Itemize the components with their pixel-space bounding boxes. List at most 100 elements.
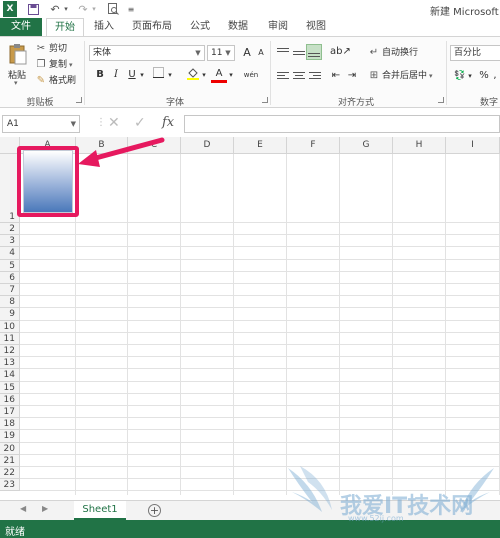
enter-icon[interactable]: ✓ <box>134 115 146 131</box>
fill-color-dropdown-icon[interactable]: ▾ <box>200 67 208 83</box>
insert-function-icon[interactable]: fx <box>162 115 174 130</box>
row-header-8[interactable]: 8 <box>0 296 20 309</box>
name-box[interactable]: A1 ▼ <box>2 115 80 133</box>
phonetic-button[interactable]: wén <box>240 67 262 83</box>
row-header-13[interactable]: 13 <box>0 357 20 370</box>
add-sheet-icon[interactable]: + <box>148 504 161 517</box>
align-right-icon[interactable] <box>308 70 322 82</box>
scissors-icon: ✂ <box>36 43 46 54</box>
tab-insert[interactable]: 插入 <box>88 18 120 36</box>
merge-center-button[interactable]: ⊞ 合并后居中 ▾ <box>368 68 433 84</box>
formula-bar: A1 ▼ ⋮ ✕ ✓ fx <box>0 114 500 134</box>
row-header-6[interactable]: 6 <box>0 271 20 284</box>
tab-view[interactable]: 视图 <box>300 18 332 36</box>
italic-button[interactable]: I <box>108 67 124 83</box>
font-color-dropdown-icon[interactable]: ▾ <box>227 67 235 83</box>
fill-color-icon <box>187 68 199 83</box>
font-launcher-icon[interactable] <box>262 97 268 103</box>
sheet-tab-sheet1[interactable]: Sheet1 <box>74 501 126 520</box>
font-size-select[interactable]: 11 ▼ <box>207 45 235 61</box>
copy-icon: ❐ <box>36 59 46 70</box>
comma-style-button[interactable]: , <box>490 68 500 84</box>
row-header-11[interactable]: 11 <box>0 332 20 345</box>
tab-data[interactable]: 数据 <box>222 18 254 36</box>
font-group-label: 字体 <box>165 98 184 108</box>
align-top-icon[interactable] <box>276 46 290 58</box>
fill-color-button[interactable] <box>185 67 201 83</box>
column-header-d[interactable]: D <box>181 137 234 154</box>
column-header-e[interactable]: E <box>234 137 287 154</box>
row-header-17[interactable]: 17 <box>0 406 20 419</box>
tab-file[interactable]: 文件 <box>0 18 42 36</box>
tab-home[interactable]: 开始 <box>46 18 84 36</box>
orientation-button[interactable]: ab↗ <box>330 44 351 60</box>
row-header-15[interactable]: 15 <box>0 381 20 394</box>
row-header-16[interactable]: 16 <box>0 393 20 406</box>
column-header-f[interactable]: F <box>287 137 340 154</box>
undo-icon[interactable]: ↶ <box>48 1 62 17</box>
wrap-text-button[interactable]: ↵ 自动换行 <box>368 45 418 61</box>
increase-indent-button[interactable]: ⇥ <box>344 68 360 84</box>
decrease-indent-button[interactable]: ⇤ <box>328 68 344 84</box>
worksheet-grid[interactable]: ABCDEFGHI 1 2 3 4 5 6 7 8 9 10 11 12 13 14 15 16 17 18 19 2… <box>0 137 500 495</box>
grid-column-line <box>339 154 340 495</box>
row-header-18[interactable]: 18 <box>0 418 20 431</box>
row-header-21[interactable]: 21 <box>0 454 20 467</box>
row-header-22[interactable]: 22 <box>0 467 20 480</box>
align-left-icon[interactable] <box>276 70 290 82</box>
row-header-14[interactable]: 14 <box>0 369 20 382</box>
title-bar: X ↶ ▾ ↷ ▾ ≡ 新建 Microsoft E <box>0 0 500 18</box>
column-header-h[interactable]: H <box>393 137 446 154</box>
cancel-icon[interactable]: ✕ <box>108 115 120 131</box>
row-header-20[interactable]: 20 <box>0 442 20 455</box>
copy-button[interactable]: ❐ 复制 ▾ <box>35 57 73 73</box>
print-preview-icon[interactable] <box>106 1 120 17</box>
clipboard-group-label: 剪贴板 <box>26 98 54 108</box>
tab-formulas[interactable]: 公式 <box>184 18 216 36</box>
sheet-prev-icon[interactable]: ◀ <box>20 504 26 513</box>
formula-input[interactable] <box>184 115 500 133</box>
row-header-4[interactable]: 4 <box>0 247 20 260</box>
redo-dropdown-icon[interactable]: ▾ <box>90 1 98 17</box>
undo-dropdown-icon[interactable]: ▾ <box>62 1 70 17</box>
clipboard-launcher-icon[interactable] <box>76 97 82 103</box>
tab-page-layout[interactable]: 页面布局 <box>126 18 178 36</box>
wrap-text-label: 自动换行 <box>382 48 419 58</box>
row-header-19[interactable]: 19 <box>0 430 20 443</box>
align-center-icon[interactable] <box>292 70 306 82</box>
font-name-select[interactable]: 宋体 ▼ <box>89 45 205 61</box>
row-header-3[interactable]: 3 <box>0 235 20 248</box>
accounting-dropdown-icon[interactable]: ▾ <box>466 68 474 84</box>
underline-dropdown-icon[interactable]: ▾ <box>138 67 146 83</box>
customize-icon[interactable]: ≡ <box>126 1 136 17</box>
number-group-label: 数字 <box>480 98 499 108</box>
row-header-2[interactable]: 2 <box>0 223 20 236</box>
align-bottom-icon[interactable] <box>306 44 322 60</box>
alignment-launcher-icon[interactable] <box>438 97 444 103</box>
row-header-7[interactable]: 7 <box>0 284 20 297</box>
tab-review[interactable]: 审阅 <box>262 18 294 36</box>
cut-button[interactable]: ✂ 剪切 <box>35 41 67 57</box>
font-color-button[interactable]: A <box>211 67 227 83</box>
row-header-5[interactable]: 5 <box>0 259 20 272</box>
align-middle-icon[interactable] <box>292 46 306 58</box>
column-header-g[interactable]: G <box>340 137 393 154</box>
grid-row-line <box>20 344 500 345</box>
redo-icon[interactable]: ↷ <box>76 1 90 17</box>
column-header-i[interactable]: I <box>446 137 500 154</box>
sheet-next-icon[interactable]: ▶ <box>42 504 48 513</box>
decrease-font-button[interactable]: A <box>253 45 269 61</box>
borders-button[interactable] <box>150 67 166 83</box>
bold-button[interactable]: B <box>92 67 108 83</box>
grid-row-line <box>20 319 500 321</box>
borders-dropdown-icon[interactable]: ▾ <box>166 67 174 83</box>
save-icon[interactable] <box>26 1 40 17</box>
row-header-23[interactable]: 23 <box>0 479 20 492</box>
paste-button[interactable]: 粘贴 ▾ <box>6 41 30 87</box>
row-header-9[interactable]: 9 <box>0 308 20 321</box>
number-format-select[interactable]: 百分比 <box>450 45 500 61</box>
format-painter-button[interactable]: ✎ 格式刷 <box>35 73 76 89</box>
row-header-12[interactable]: 12 <box>0 345 20 358</box>
group-divider <box>446 41 447 105</box>
row-header-10[interactable]: 10 <box>0 320 20 333</box>
